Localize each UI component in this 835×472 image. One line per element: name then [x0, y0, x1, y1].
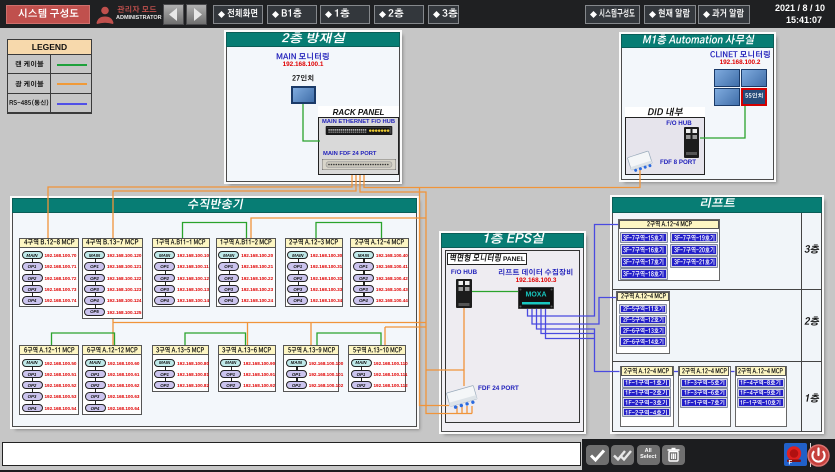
svg-text:MOXA: MOXA [526, 292, 547, 299]
svg-text:F: F [789, 461, 793, 467]
